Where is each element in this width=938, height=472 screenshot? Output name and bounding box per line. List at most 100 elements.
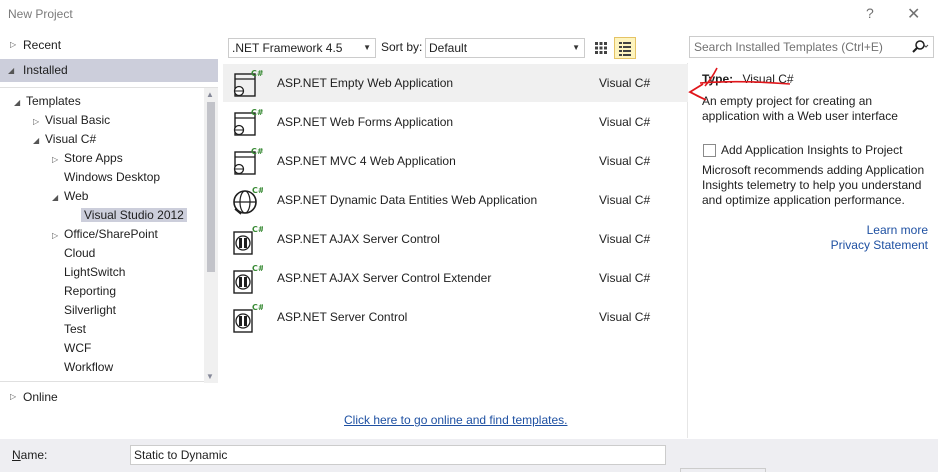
template-row[interactable]: C# ASP.NET MVC 4 Web Application Visual C#	[223, 142, 688, 180]
name-label: Name:	[12, 448, 47, 462]
tree-node-label: Visual Basic	[45, 113, 111, 127]
collapse-arrow-icon[interactable]: ◢	[8, 59, 14, 82]
small-icons-view-button[interactable]	[590, 37, 612, 59]
tree-node[interactable]: WCF	[52, 339, 91, 358]
tree-node[interactable]: Reporting	[52, 282, 116, 301]
tree-node-label: Test	[64, 322, 87, 336]
template-row[interactable]: C# ASP.NET Empty Web Application Visual C#	[223, 64, 688, 102]
server-control-icon: C#	[231, 224, 265, 256]
type-label: Type:	[702, 72, 734, 86]
tree-node[interactable]: ◢ Web	[52, 187, 88, 206]
tree-node-label: Web	[64, 189, 89, 203]
privacy-statement-link[interactable]: Privacy Statement	[831, 238, 928, 252]
tree-node-label: Visual Studio 2012	[81, 208, 187, 222]
tree-scrollbar[interactable]: ▲ ▼	[204, 88, 218, 383]
tree-node-label: Silverlight	[64, 303, 117, 317]
tree-node-label: LightSwitch	[64, 265, 126, 279]
help-button[interactable]: ?	[866, 5, 874, 21]
search-placeholder: Search Installed Templates (Ctrl+E)	[694, 40, 883, 54]
tree-node-label: Windows Desktop	[64, 170, 161, 184]
svg-text:C#: C#	[252, 225, 263, 234]
tree-node[interactable]: Silverlight	[52, 301, 116, 320]
find-online-templates-link[interactable]: Click here to go online and find templat…	[344, 413, 567, 427]
template-row[interactable]: C# ASP.NET AJAX Server Control Visual C#	[223, 220, 688, 258]
category-recent[interactable]: ▷ Recent	[0, 35, 218, 55]
application-insights-label[interactable]: Add Application Insights to Project	[721, 143, 902, 157]
globe-icon: C#	[231, 185, 265, 217]
web-app-icon: C#	[231, 107, 264, 139]
template-row[interactable]: C# ASP.NET Web Forms Application Visual C#	[223, 103, 688, 141]
project-name-input[interactable]: Static to Dynamic	[130, 445, 666, 465]
svg-text:C#: C#	[251, 108, 263, 117]
tree-toggle-icon[interactable]: ▷	[52, 150, 64, 169]
tree-node-label: Workflow	[64, 360, 114, 374]
category-label: Online	[23, 390, 58, 404]
tree-node[interactable]: ◢ Visual C#	[33, 130, 96, 149]
expand-arrow-icon[interactable]: ▷	[10, 387, 16, 407]
server-control-icon: C#	[231, 263, 265, 295]
template-name: ASP.NET Server Control	[277, 310, 408, 324]
search-input[interactable]: Search Installed Templates (Ctrl+E)	[689, 36, 934, 58]
template-row[interactable]: C# ASP.NET Server Control Visual C#	[223, 298, 688, 336]
project-name-value: Static to Dynamic	[134, 448, 228, 462]
tree-toggle-icon[interactable]: ◢	[52, 188, 64, 207]
tree-node[interactable]: Windows Desktop	[52, 168, 160, 187]
tree-node-label: Office/SharePoint	[64, 227, 158, 241]
browse-button[interactable]	[680, 468, 766, 472]
template-name: ASP.NET Web Forms Application	[277, 115, 454, 129]
title-bar: New Project ? ✕	[0, 0, 938, 30]
tree-toggle-icon[interactable]: ◢	[33, 131, 45, 150]
tree-node[interactable]: ▷ Visual Basic	[33, 111, 110, 130]
sort-select[interactable]: Default ▼	[425, 38, 585, 58]
category-label: Recent	[23, 38, 62, 52]
scroll-up-icon[interactable]: ▲	[206, 90, 214, 99]
tree-node[interactable]: Visual Studio 2012	[81, 206, 187, 225]
framework-select[interactable]: .NET Framework 4.5 ▼	[228, 38, 376, 58]
tree-node[interactable]: Cloud	[52, 244, 95, 263]
learn-more-link[interactable]: Learn more	[867, 223, 928, 237]
svg-text:C#: C#	[252, 186, 263, 195]
application-insights-description: Microsoft recommends adding Application …	[702, 163, 925, 207]
tree-node[interactable]: ▷ Store Apps	[52, 149, 123, 168]
template-language: Visual C#	[599, 154, 651, 168]
expand-arrow-icon[interactable]: ▷	[10, 35, 16, 55]
search-icon[interactable]	[909, 39, 929, 61]
svg-text:C#: C#	[251, 69, 263, 78]
tree-toggle-icon[interactable]: ▷	[33, 112, 45, 131]
application-insights-checkbox[interactable]	[703, 144, 716, 157]
tree-node-label: Templates	[26, 94, 81, 108]
template-row[interactable]: C# ASP.NET Dynamic Data Entities Web Appl…	[223, 181, 688, 219]
template-name: ASP.NET AJAX Server Control Extender	[277, 271, 492, 285]
name-label-accelerator: N	[12, 448, 21, 462]
template-name: ASP.NET Empty Web Application	[277, 76, 454, 90]
tree-node-label: Store Apps	[64, 151, 123, 165]
template-name: ASP.NET MVC 4 Web Application	[277, 154, 456, 168]
category-online[interactable]: ▷ Online	[0, 387, 218, 407]
tree-node-label: WCF	[64, 341, 92, 355]
close-button[interactable]: ✕	[907, 4, 920, 24]
tree-toggle-icon[interactable]: ◢	[14, 93, 26, 112]
left-pane: ▷ Recent ◢ Installed ◢ Templates ▷ Visual B…	[0, 31, 218, 439]
scrollbar-thumb[interactable]	[207, 102, 215, 272]
template-row[interactable]: C# ASP.NET AJAX Server Control Extender Vi…	[223, 259, 688, 297]
tree-node[interactable]: ◢ Templates	[14, 92, 81, 111]
sort-value: Default	[429, 41, 468, 55]
window-title: New Project	[8, 7, 73, 21]
category-installed[interactable]: ◢ Installed	[0, 59, 218, 82]
template-description: An empty project for creating an applica…	[702, 94, 898, 123]
tree-node[interactable]: ▷ Office/SharePoint	[52, 225, 158, 244]
medium-icons-view-button[interactable]	[614, 37, 636, 59]
type-line: Type: Visual C#	[702, 72, 794, 86]
server-control-icon: C#	[231, 302, 265, 334]
tree-toggle-icon[interactable]: ▷	[52, 226, 64, 245]
scroll-down-icon[interactable]: ▼	[206, 372, 214, 381]
template-tree: ◢ Templates ▷ Visual Basic ◢ Visual C# ▷ Store …	[0, 87, 218, 383]
template-language: Visual C#	[599, 76, 651, 90]
tree-node-label: Cloud	[64, 246, 96, 260]
framework-value: .NET Framework 4.5	[232, 41, 343, 55]
tree-node[interactable]: Test	[52, 320, 86, 339]
svg-text:C#: C#	[252, 264, 263, 273]
template-details: Type: Visual C# An empty project for cre…	[694, 63, 934, 438]
tree-node[interactable]: Workflow	[52, 358, 113, 377]
tree-node[interactable]: LightSwitch	[52, 263, 125, 282]
